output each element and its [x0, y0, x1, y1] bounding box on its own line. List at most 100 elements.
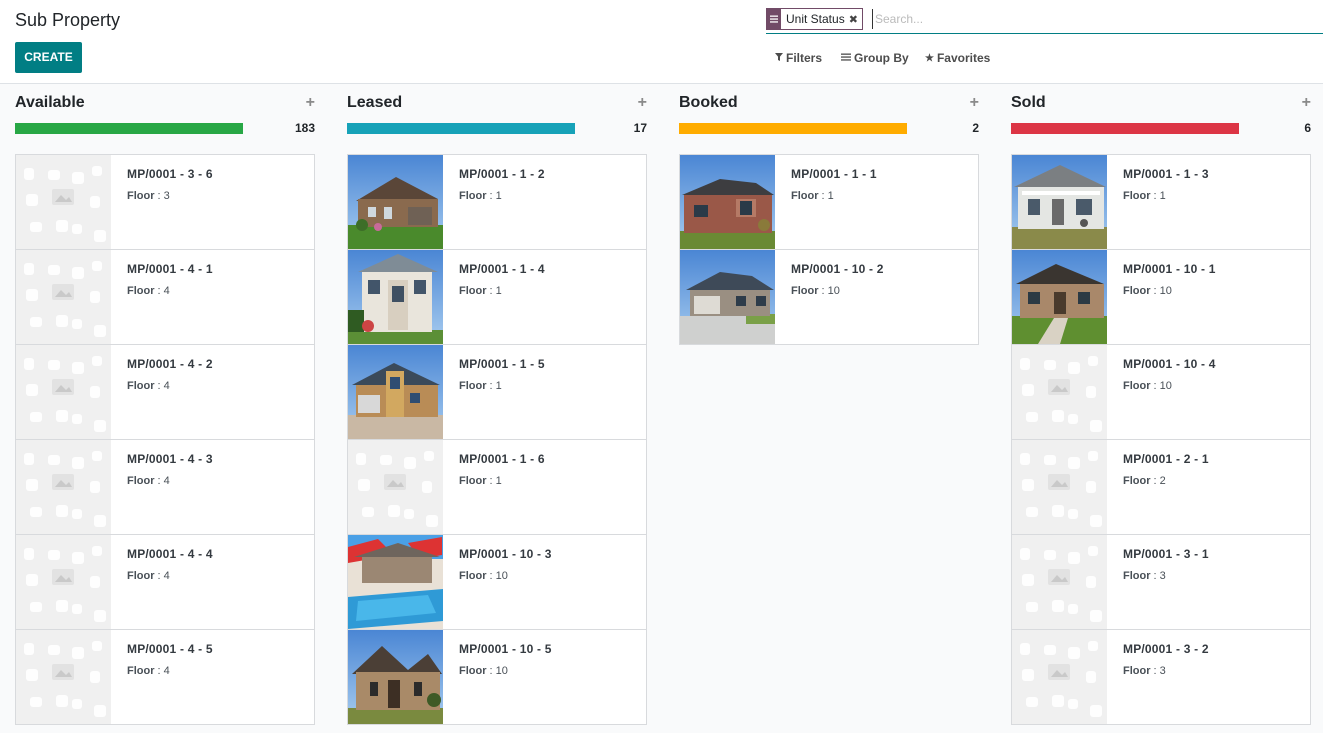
- floor-value: 10: [495, 665, 508, 677]
- kanban-card[interactable]: MP/0001 - 1 - 1 Floor : 1: [679, 154, 979, 250]
- floor-label: Floor: [459, 380, 487, 392]
- floor-value: 4: [163, 475, 170, 487]
- column-progress-bar[interactable]: [1011, 123, 1239, 134]
- kanban-card[interactable]: MP/0001 - 3 - 1 Floor : 3: [1011, 534, 1311, 630]
- facet-remove-icon[interactable]: ✖: [849, 13, 862, 26]
- property-photo: [348, 535, 443, 629]
- search-facet: Unit Status ✖: [766, 8, 863, 30]
- quick-create-plus-icon[interactable]: +: [1302, 94, 1311, 112]
- floor-label: Floor: [1123, 380, 1151, 392]
- property-photo: [1012, 250, 1107, 344]
- floor-label: Floor: [127, 665, 155, 677]
- kanban-card[interactable]: MP/0001 - 10 - 1 Floor : 10: [1011, 249, 1311, 345]
- column-progress-bar[interactable]: [679, 123, 907, 134]
- floor-value: 1: [495, 380, 502, 392]
- image-placeholder-icon: [16, 630, 111, 724]
- property-photo: [348, 630, 443, 724]
- card-floor: Floor : 2: [1123, 475, 1166, 487]
- kanban-card[interactable]: MP/0001 - 1 - 6 Floor : 1: [347, 439, 647, 535]
- property-photo: [680, 250, 775, 344]
- floor-label: Floor: [459, 475, 487, 487]
- kanban-card[interactable]: MP/0001 - 10 - 2 Floor : 10: [679, 249, 979, 345]
- column-cards: MP/0001 - 1 - 3 Floor : 1 MP/0001 - 10 -…: [1011, 154, 1311, 725]
- card-floor: Floor : 10: [791, 285, 840, 297]
- card-title: MP/0001 - 2 - 1: [1123, 452, 1209, 466]
- groupby-facet-icon: [767, 9, 781, 29]
- column-progress-bar[interactable]: [347, 123, 575, 134]
- kanban-card[interactable]: MP/0001 - 4 - 5 Floor : 4: [15, 629, 315, 725]
- groupby-label: Group By: [854, 51, 909, 65]
- floor-value: 1: [495, 285, 502, 297]
- image-placeholder-icon: [1012, 440, 1107, 534]
- card-title: MP/0001 - 1 - 3: [1123, 167, 1209, 181]
- floor-label: Floor: [459, 285, 487, 297]
- image-placeholder-icon: [1012, 535, 1107, 629]
- card-title: MP/0001 - 3 - 2: [1123, 642, 1209, 656]
- card-floor: Floor : 3: [1123, 570, 1166, 582]
- groupby-button[interactable]: Group By: [841, 51, 909, 65]
- kanban-card[interactable]: MP/0001 - 10 - 5 Floor : 10: [347, 629, 647, 725]
- card-floor: Floor : 3: [1123, 665, 1166, 677]
- quick-create-plus-icon[interactable]: +: [970, 94, 979, 112]
- card-floor: Floor : 1: [791, 190, 834, 202]
- floor-value: 2: [1159, 475, 1166, 487]
- card-floor: Floor : 4: [127, 380, 170, 392]
- kanban-card[interactable]: MP/0001 - 4 - 4 Floor : 4: [15, 534, 315, 630]
- floor-label: Floor: [127, 475, 155, 487]
- image-placeholder-icon: [1012, 630, 1107, 724]
- column-progress-bar[interactable]: [15, 123, 243, 134]
- floor-label: Floor: [127, 285, 155, 297]
- column-cards: MP/0001 - 1 - 2 Floor : 1 MP/0001 - 1 - …: [347, 154, 647, 725]
- column-title[interactable]: Available: [15, 94, 85, 112]
- star-icon: ★: [925, 52, 934, 64]
- favorites-button[interactable]: ★ Favorites: [925, 51, 990, 65]
- floor-value: 10: [1159, 285, 1172, 297]
- floor-label: Floor: [459, 665, 487, 677]
- column-title[interactable]: Booked: [679, 94, 738, 112]
- kanban-card[interactable]: MP/0001 - 3 - 6 Floor : 3: [15, 154, 315, 250]
- property-photo: [348, 250, 443, 344]
- column-title[interactable]: Leased: [347, 94, 402, 112]
- create-button[interactable]: CREATE: [15, 42, 82, 73]
- kanban-card[interactable]: MP/0001 - 1 - 5 Floor : 1: [347, 344, 647, 440]
- search-bar: Unit Status ✖: [766, 8, 1323, 34]
- card-floor: Floor : 10: [459, 665, 508, 677]
- quick-create-plus-icon[interactable]: +: [638, 94, 647, 112]
- floor-label: Floor: [459, 190, 487, 202]
- kanban-card[interactable]: MP/0001 - 4 - 3 Floor : 4: [15, 439, 315, 535]
- card-title: MP/0001 - 10 - 2: [791, 262, 884, 276]
- floor-value: 10: [495, 570, 508, 582]
- column-title[interactable]: Sold: [1011, 94, 1046, 112]
- column-cards: MP/0001 - 1 - 1 Floor : 1 MP/0001 - 10 -…: [679, 154, 979, 345]
- card-title: MP/0001 - 1 - 4: [459, 262, 545, 276]
- kanban-card[interactable]: MP/0001 - 1 - 3 Floor : 1: [1011, 154, 1311, 250]
- kanban-card[interactable]: MP/0001 - 1 - 4 Floor : 1: [347, 249, 647, 345]
- kanban-card[interactable]: MP/0001 - 1 - 2 Floor : 1: [347, 154, 647, 250]
- image-placeholder-icon: [16, 155, 111, 249]
- kanban-card[interactable]: MP/0001 - 10 - 3 Floor : 10: [347, 534, 647, 630]
- quick-create-plus-icon[interactable]: +: [306, 94, 315, 112]
- property-photo: [1012, 155, 1107, 249]
- floor-label: Floor: [791, 285, 819, 297]
- search-input[interactable]: [872, 9, 1312, 29]
- kanban-card[interactable]: MP/0001 - 2 - 1 Floor : 2: [1011, 439, 1311, 535]
- card-title: MP/0001 - 1 - 2: [459, 167, 545, 181]
- kanban-card[interactable]: MP/0001 - 4 - 2 Floor : 4: [15, 344, 315, 440]
- kanban-column-sold: Sold + 6 MP/0001 - 1 - 3 Floor : 1 MP/00…: [1011, 84, 1311, 733]
- image-placeholder-icon: [348, 440, 443, 534]
- filter-icon: [775, 52, 783, 64]
- control-panel: Sub Property CREATE Unit Status ✖ Filter…: [0, 0, 1323, 84]
- card-floor: Floor : 1: [1123, 190, 1166, 202]
- kanban-card[interactable]: MP/0001 - 4 - 1 Floor : 4: [15, 249, 315, 345]
- kanban-card[interactable]: MP/0001 - 10 - 4 Floor : 10: [1011, 344, 1311, 440]
- card-title: MP/0001 - 1 - 6: [459, 452, 545, 466]
- kanban-card[interactable]: MP/0001 - 3 - 2 Floor : 3: [1011, 629, 1311, 725]
- card-title: MP/0001 - 3 - 6: [127, 167, 213, 181]
- column-cards: MP/0001 - 3 - 6 Floor : 3 MP/0001 - 4 - …: [15, 154, 315, 725]
- card-floor: Floor : 4: [127, 475, 170, 487]
- floor-value: 1: [495, 190, 502, 202]
- card-floor: Floor : 1: [459, 380, 502, 392]
- filters-button[interactable]: Filters: [775, 51, 822, 65]
- card-title: MP/0001 - 10 - 1: [1123, 262, 1216, 276]
- floor-value: 4: [163, 570, 170, 582]
